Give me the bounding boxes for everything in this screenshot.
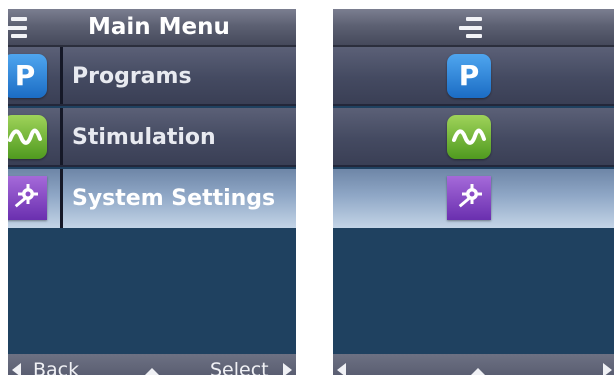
menu-item-system-settings[interactable]: System Settings (8, 169, 296, 228)
header-bar (333, 9, 614, 47)
main-menu-screen: Main Menu P Programs Stimulation System … (8, 9, 296, 375)
menu-item-label: System Settings (72, 186, 276, 211)
system-settings-icon (8, 176, 47, 220)
up-arrow-icon (144, 368, 160, 375)
menu-item-programs[interactable]: P (333, 47, 614, 106)
softkey-bar: Back Select (8, 354, 296, 375)
softkey-bar (333, 354, 614, 375)
menu-item-programs[interactable]: P Programs (8, 47, 296, 106)
menu-item-stimulation[interactable] (333, 108, 614, 167)
menu-item-stimulation[interactable]: Stimulation (8, 108, 296, 167)
icon-menu-screen: P (333, 9, 614, 375)
programs-icon: P (447, 54, 491, 98)
page-title: Main Menu (88, 14, 230, 40)
left-arrow-icon[interactable] (337, 363, 346, 375)
menu-item-system-settings[interactable] (333, 169, 614, 228)
select-softkey[interactable]: Select (210, 359, 269, 375)
menu-item-label: Programs (72, 64, 192, 89)
system-settings-icon (447, 176, 491, 220)
right-arrow-icon (283, 363, 292, 375)
programs-icon: P (8, 54, 47, 98)
header-bar: Main Menu (8, 9, 296, 47)
menu-list-icon (459, 17, 482, 38)
menu-list-icon (8, 17, 27, 38)
back-softkey[interactable]: Back (33, 359, 79, 375)
menu-item-label: Stimulation (72, 125, 216, 150)
right-arrow-icon[interactable] (603, 363, 612, 375)
stimulation-wave-icon (447, 115, 491, 159)
stimulation-wave-icon (8, 115, 47, 159)
up-arrow-icon (470, 368, 486, 375)
left-arrow-icon (12, 363, 21, 375)
